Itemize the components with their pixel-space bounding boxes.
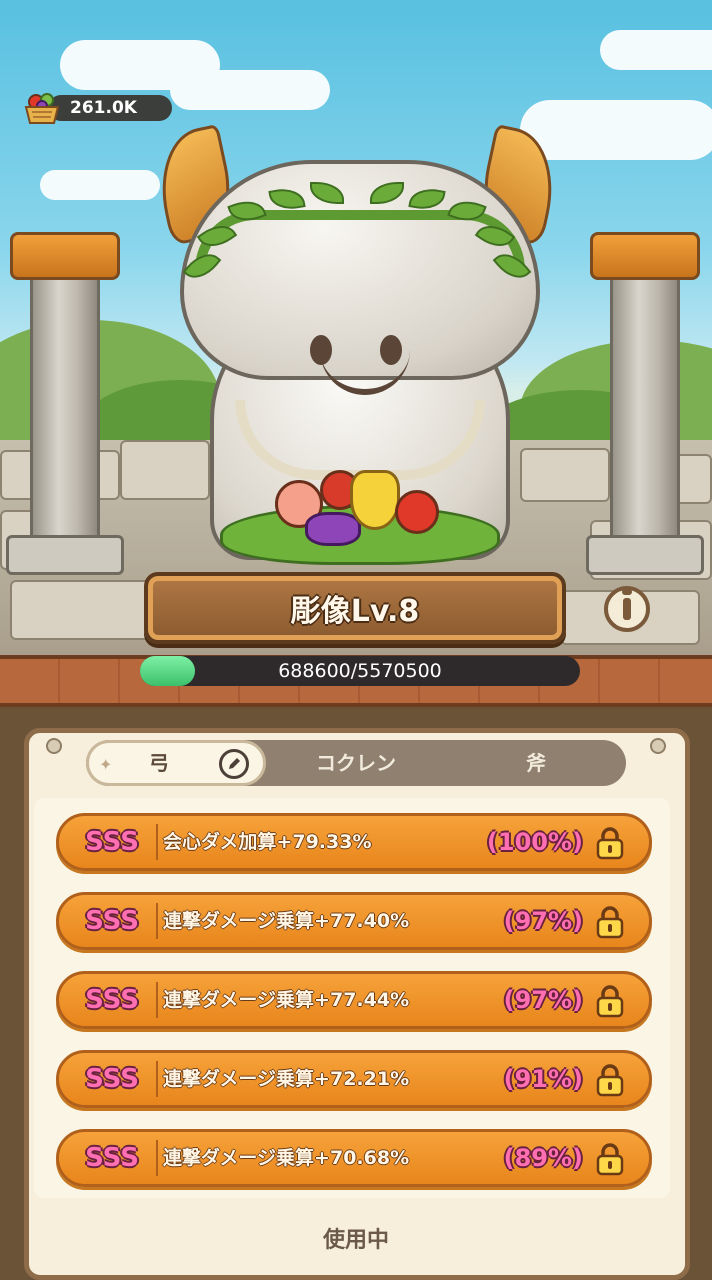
resource-counter[interactable]: 261.0K (22, 90, 172, 124)
stat-text: 連撃ダメージ乗算+77.40% (163, 910, 410, 932)
in-use-status: 使用中 (322, 1228, 389, 1253)
lock-icon[interactable] (595, 905, 625, 939)
tab-kokuren[interactable]: コクレン (266, 740, 446, 786)
stat-text: 連撃ダメージ乗算+72.21% (163, 1068, 410, 1090)
lock-icon[interactable] (595, 1142, 625, 1176)
lock-icon[interactable] (595, 1063, 625, 1097)
level-progress-bar: 688600/5570500 (140, 656, 580, 686)
info-icon (622, 589, 632, 620)
rank-badge: SSS (85, 827, 139, 857)
statue-title: 彫像Lv.8 (290, 594, 420, 629)
tab-bow-label: 弓 (149, 751, 169, 775)
stat-text: 会心ダメ加算+79.33% (163, 831, 372, 853)
stat-text: 連撃ダメージ乗算+70.68% (163, 1147, 410, 1169)
info-button[interactable] (604, 586, 650, 632)
resource-amount: 261.0K (70, 98, 137, 118)
panel-rivet (46, 738, 62, 754)
stat-row[interactable]: SSS 会心ダメ加算+79.33% (100%) (56, 813, 652, 871)
row-divider (156, 824, 158, 860)
row-divider (156, 1140, 158, 1176)
stat-row[interactable]: SSS 連撃ダメージ乗算+70.68% (89%) (56, 1129, 652, 1187)
pencil-icon[interactable] (219, 749, 249, 779)
lock-icon[interactable] (595, 984, 625, 1018)
row-divider (156, 982, 158, 1018)
stat-percent: (97%) (503, 907, 583, 935)
row-divider (156, 1061, 158, 1097)
rank-badge: SSS (85, 985, 139, 1015)
stat-text: 連撃ダメージ乗算+77.44% (163, 989, 410, 1011)
fruit-basket-icon (24, 93, 60, 124)
stat-percent: (97%) (503, 986, 583, 1014)
lock-icon[interactable] (595, 826, 625, 860)
stat-percent: (91%) (503, 1065, 583, 1093)
stat-row[interactable]: SSS 連撃ダメージ乗算+77.40% (97%) (56, 892, 652, 950)
statue-title-plank: 彫像Lv.8 (144, 572, 566, 644)
row-divider (156, 903, 158, 939)
stat-row[interactable]: SSS 連撃ダメージ乗算+72.21% (91%) (56, 1050, 652, 1108)
rank-badge: SSS (85, 1064, 139, 1094)
panel-rivet (650, 738, 666, 754)
level-progress-text: 688600/5570500 (278, 660, 442, 682)
tab-bow[interactable]: ✦ 弓 (86, 740, 266, 786)
rank-badge: SSS (85, 906, 139, 936)
stat-percent: (100%) (486, 828, 583, 856)
tab-axe[interactable]: 斧 (446, 740, 626, 786)
stat-row[interactable]: SSS 連撃ダメージ乗算+77.44% (97%) (56, 971, 652, 1029)
stat-percent: (89%) (503, 1144, 583, 1172)
sparkle-icon: ✦ (99, 755, 113, 774)
weapon-tab-bar: ✦ 弓 コクレン 斧 (86, 740, 626, 786)
rank-badge: SSS (85, 1143, 139, 1173)
